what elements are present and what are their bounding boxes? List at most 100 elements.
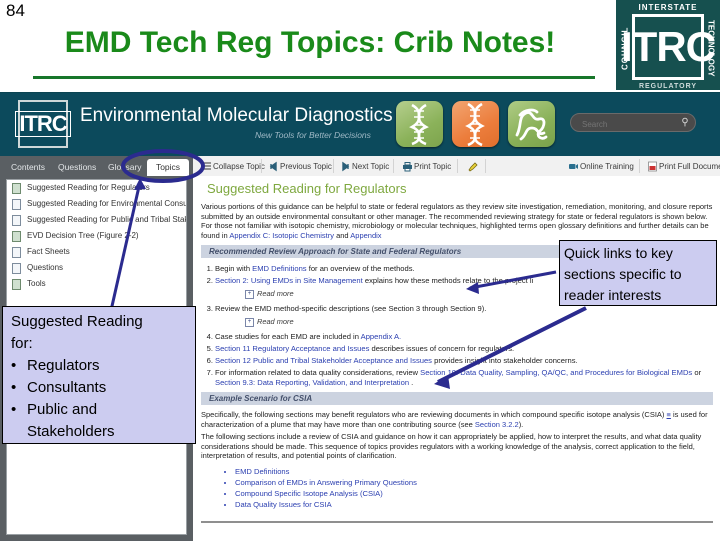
- print-topic-button[interactable]: Print Topic: [400, 159, 451, 174]
- app-banner: ITRC Environmental Molecular Diagnostics…: [0, 93, 720, 156]
- page-icon: [12, 247, 21, 258]
- callout-suggested-reading: Suggested Reading for: • Regulators • Cons…: [2, 306, 196, 444]
- content-heading: Suggested Reading for Regulators: [207, 181, 407, 196]
- read-more-2[interactable]: + Read more: [245, 317, 294, 327]
- tree-item-fact-sheets[interactable]: Fact Sheets: [7, 244, 186, 260]
- dna-helix-green-icon[interactable]: [396, 101, 443, 147]
- section-2-link[interactable]: Section 2: Using EMDs in Site Management: [215, 276, 363, 285]
- toolbar-separator: [393, 159, 394, 173]
- search-box[interactable]: ⚲: [570, 113, 696, 132]
- title-divider: [33, 76, 595, 79]
- collapse-topic-button[interactable]: Collapse Topic: [199, 159, 265, 174]
- step-5: 5. Section 11 Regulatory Acceptance and I…: [207, 344, 713, 354]
- folder-icon: [12, 231, 21, 242]
- section-3-2-2-link[interactable]: Section 3.2.2: [475, 420, 519, 429]
- list-item[interactable]: Compound Specific Isotope Analysis (CSIA…: [235, 488, 623, 499]
- list-item[interactable]: Data Quality Issues for CSIA: [235, 499, 623, 510]
- dna-helix-orange-icon[interactable]: [452, 101, 499, 147]
- print-full-document-button[interactable]: Print Full Document: [645, 159, 720, 174]
- callout-bullet-regulators: • Regulators: [11, 355, 187, 377]
- emd-definitions-link[interactable]: EMD Definitions: [252, 264, 306, 273]
- bullet-link-list: EMD Definitions Comparison of EMDs in An…: [223, 466, 623, 510]
- tree-item-label: Suggested Reading for Regulators: [27, 183, 150, 192]
- read-more-1[interactable]: + Read more: [245, 289, 294, 299]
- step-pre: Review the EMD method-specific descripti…: [215, 304, 487, 313]
- section-header-example-scenario: Example Scenario for CSIA: [201, 392, 713, 405]
- tree-item-tools[interactable]: Tools: [7, 276, 186, 292]
- print-full-document-label: Print Full Document: [659, 162, 720, 171]
- step-post: for an overview of the methods.: [306, 264, 415, 273]
- step-post: describes issues of concern for regulato…: [369, 344, 515, 353]
- callout-bullet-label: Regulators: [27, 357, 100, 374]
- bullet-glyph: •: [11, 357, 17, 374]
- tree-item-suggested-reading-regulators[interactable]: Suggested Reading for Regulators: [7, 180, 186, 196]
- arrow-right-icon: [342, 161, 350, 172]
- collapse-topic-label: Collapse Topic: [213, 162, 265, 171]
- online-training-button[interactable]: Online Training: [566, 159, 634, 174]
- content-bottom-divider: [201, 521, 713, 523]
- itrc-logo-bottom-text: REGULATORY: [638, 83, 698, 90]
- list-item[interactable]: EMD Definitions: [235, 466, 623, 477]
- molecule-green-icon[interactable]: [508, 101, 555, 147]
- section-9-3-link[interactable]: Section 9.3: Data Reporting, Validation,…: [215, 378, 409, 387]
- step-pre: Case studies for each EMD are included i…: [215, 332, 361, 341]
- appendix-link[interactable]: Appendix: [350, 231, 381, 240]
- step-4: 4. Case studies for each EMD are included…: [207, 332, 713, 342]
- step-number: 3.: [206, 304, 213, 313]
- folder-icon: [12, 183, 21, 194]
- step-post2: .: [409, 377, 414, 387]
- content-pane: Suggested Reading for Regulators Various…: [193, 176, 720, 541]
- previous-topic-button[interactable]: Previous Topic: [266, 159, 332, 174]
- tree-item-suggested-reading-consultants[interactable]: Suggested Reading for Environmental Cons…: [7, 196, 186, 212]
- tree-item-label: EVD Decision Tree (Figure 2-2): [27, 231, 139, 240]
- callout-bullet-consultants: • Consultants: [11, 377, 187, 399]
- expand-icon[interactable]: +: [245, 318, 254, 327]
- itrc-logo-center-text: ITRC: [621, 14, 716, 80]
- step-number: 4.: [206, 332, 213, 341]
- step-number: 5.: [206, 344, 213, 353]
- list-icon: [202, 162, 211, 170]
- step-post: provides insight into stakeholder concer…: [431, 356, 578, 365]
- page-icon: [12, 263, 21, 274]
- folder-icon: [12, 279, 21, 290]
- example-paragraph-2: The following sections include a review …: [201, 432, 702, 461]
- previous-topic-label: Previous Topic: [280, 162, 332, 171]
- online-training-label: Online Training: [580, 162, 634, 171]
- step-7: 7. For information related to data qualit…: [207, 368, 713, 388]
- tab-contents[interactable]: Contents: [6, 158, 50, 176]
- callout-bullet-label: Consultants: [27, 379, 107, 396]
- next-topic-button[interactable]: Next Topic: [338, 159, 389, 174]
- step-pre: Begin with: [215, 264, 253, 273]
- tab-glossary[interactable]: Glossary: [103, 158, 147, 176]
- toolbar-separator: [639, 159, 640, 173]
- highlighter-icon: [467, 162, 478, 172]
- section-10-link[interactable]: Section 10: Data Quality, Sampling, QA/Q…: [420, 368, 692, 377]
- callout-title-line-1: Suggested Reading: [11, 313, 143, 330]
- callout-bullet-label: Public and: [27, 401, 98, 418]
- callout-bullet-public-wrap: Stakeholders: [27, 423, 115, 440]
- highlighter-button[interactable]: [463, 159, 481, 174]
- toolbar-separator: [457, 159, 458, 173]
- section-12-link[interactable]: Section 12 Public and Tribal Stakeholder…: [215, 356, 432, 365]
- list-item[interactable]: Comparison of EMDs in Answering Primary …: [235, 477, 623, 488]
- sidebar-tabstrip: Contents Questions Glossary Topics: [0, 156, 193, 176]
- tree-item-questions[interactable]: Questions: [7, 260, 186, 276]
- step-post: or: [692, 368, 702, 377]
- tab-questions[interactable]: Questions: [53, 158, 101, 176]
- callout-quick-links: Quick links to key sections specific to …: [559, 240, 717, 306]
- toolbar-separator: [485, 159, 486, 173]
- search-icon[interactable]: ⚲: [678, 116, 692, 130]
- appendix-c-link[interactable]: Appendix C: Isotopic Chemistry: [229, 231, 334, 240]
- bullet-glyph: •: [11, 401, 17, 418]
- tree-item-label: Tools: [27, 279, 46, 288]
- search-input[interactable]: [580, 116, 670, 132]
- slide-number: 84: [6, 1, 25, 20]
- tab-topics[interactable]: Topics: [147, 159, 189, 176]
- expand-icon[interactable]: +: [245, 290, 254, 299]
- step-number: 1.: [206, 264, 213, 273]
- tree-item-suggested-reading-stakeholders[interactable]: Suggested Reading for Public and Tribal …: [7, 212, 186, 228]
- tree-item-evd-decision-tree[interactable]: EVD Decision Tree (Figure 2-2): [7, 228, 186, 244]
- content-toolbar: Collapse Topic Previous Topic Next Topic…: [193, 156, 720, 177]
- appendix-a-link[interactable]: Appendix A.: [361, 332, 402, 341]
- section-11-link[interactable]: Section 11 Regulatory Acceptance and Iss…: [215, 344, 369, 353]
